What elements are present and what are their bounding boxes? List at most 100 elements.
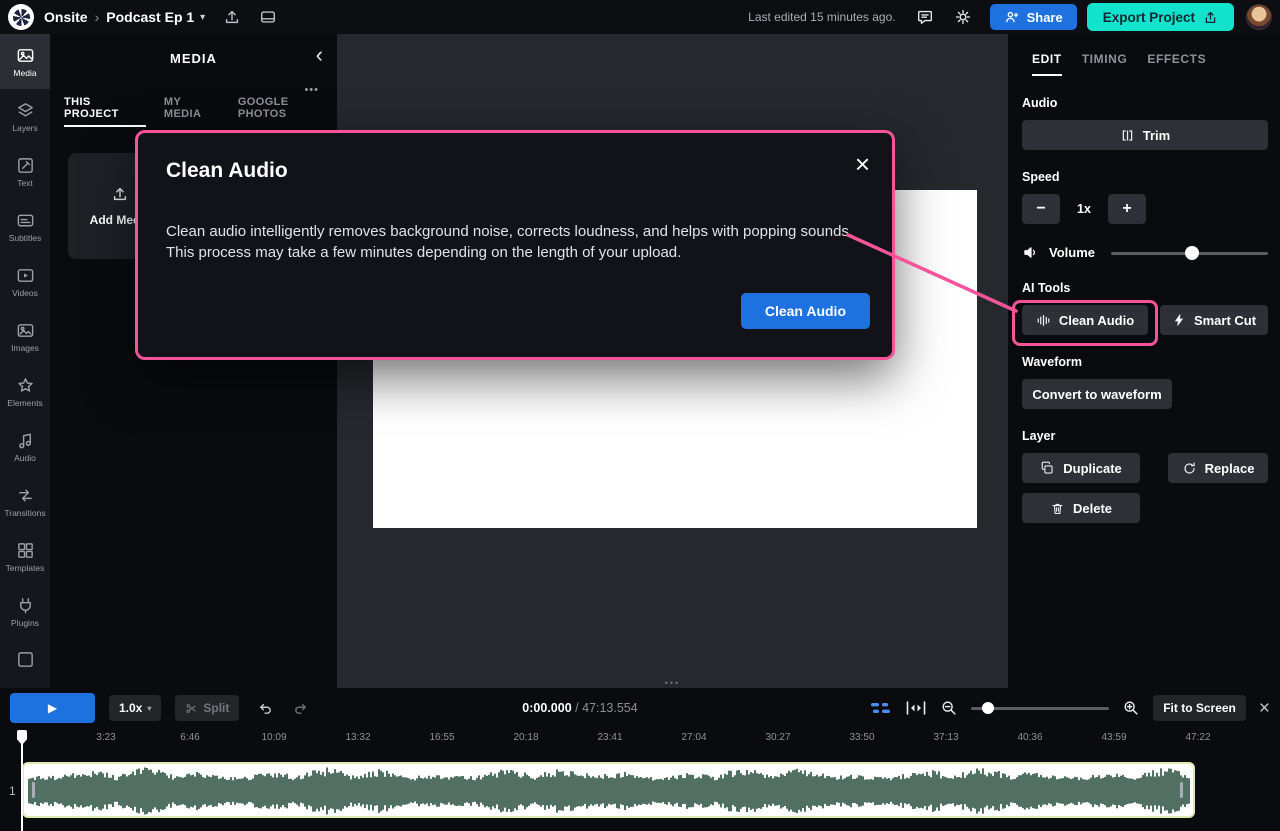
playback-speed-dropdown[interactable]: 1.0x ▾ (109, 695, 161, 721)
play-icon: ▶ (48, 701, 57, 715)
undo-icon[interactable] (257, 700, 274, 717)
tab-edit[interactable]: EDIT (1032, 52, 1062, 76)
fit-to-screen-button[interactable]: Fit to Screen (1153, 695, 1246, 721)
clean-audio-modal: Clean Audio × Clean audio intelligently … (135, 130, 895, 360)
duplicate-icon (1040, 461, 1055, 476)
breadcrumb-project[interactable]: Podcast Ep 1 (106, 9, 194, 25)
upload-icon[interactable] (223, 8, 241, 26)
speed-increase-button[interactable]: + (1108, 194, 1146, 224)
sidebar-item-label: Audio (14, 454, 36, 463)
sidebar-item-more[interactable] (0, 639, 50, 679)
close-icon[interactable]: × (855, 151, 870, 177)
sidebar-item-text[interactable]: Text (0, 144, 50, 199)
split-button[interactable]: Split (175, 695, 239, 721)
play-button[interactable]: ▶ (10, 693, 95, 723)
elements-icon (16, 376, 35, 395)
total-time: 47:13.554 (582, 701, 638, 715)
share-button[interactable]: Share (990, 4, 1077, 30)
ruler-tick: 33:50 (849, 732, 874, 743)
sidebar-item-audio[interactable]: Audio (0, 419, 50, 474)
timeline-ruler[interactable]: 0 3:23 6:46 10:09 13:32 16:55 20:18 23:4… (0, 728, 1280, 752)
export-project-button[interactable]: Export Project (1087, 3, 1234, 31)
subtitles-icon (16, 211, 35, 230)
layers-icon (16, 101, 35, 120)
tab-this-project[interactable]: THIS PROJECT (64, 96, 146, 127)
edit-panel: EDIT TIMING EFFECTS Audio Trim Speed − 1… (1008, 34, 1280, 688)
tab-google-photos[interactable]: GOOGLE PHOTOS (238, 96, 337, 127)
sidebar-item-videos[interactable]: Videos (0, 254, 50, 309)
audio-clip[interactable] (22, 762, 1195, 818)
kapwing-editor: Onsite › Podcast Ep 1 ▾ Last edited 15 m… (0, 0, 1280, 831)
timeline-controls: ▶ 1.0x ▾ Split 0:00.000 / 47:13.554 (0, 688, 1280, 728)
ruler-tick: 27:04 (681, 732, 706, 743)
timeline-zoom-slider[interactable] (971, 702, 1109, 714)
delete-label: Delete (1073, 501, 1112, 516)
duplicate-button[interactable]: Duplicate (1022, 453, 1140, 483)
redo-icon[interactable] (292, 700, 309, 717)
close-timeline-icon[interactable]: × (1259, 699, 1270, 718)
snapping-toggle-icon[interactable] (870, 700, 892, 716)
user-avatar[interactable] (1246, 4, 1272, 30)
layout-icon[interactable] (259, 8, 277, 26)
tab-effects[interactable]: EFFECTS (1147, 52, 1206, 76)
convert-to-waveform-button[interactable]: Convert to waveform (1022, 379, 1172, 409)
collapse-panel-icon[interactable]: ‹ (316, 44, 323, 66)
section-ai-tools-label: AI Tools (1022, 281, 1268, 295)
comments-icon[interactable] (916, 8, 934, 26)
sidebar-item-images[interactable]: Images (0, 309, 50, 364)
tab-timing[interactable]: TIMING (1082, 52, 1128, 76)
ruler-tick: 6:46 (180, 732, 199, 743)
ruler-tick: 47:22 (1185, 732, 1210, 743)
volume-slider-knob[interactable] (1185, 246, 1199, 260)
last-edited-status: Last edited 15 minutes ago. (748, 10, 895, 24)
audio-waveform (27, 766, 1192, 816)
breadcrumb-workspace[interactable]: Onsite (44, 9, 88, 25)
replace-button[interactable]: Replace (1168, 453, 1268, 483)
sidebar-item-label: Plugins (11, 619, 39, 628)
templates-icon (16, 541, 35, 560)
ruler-tick: 10:09 (261, 732, 286, 743)
edit-panel-tabs: EDIT TIMING EFFECTS (1022, 52, 1268, 76)
sidebar-item-elements[interactable]: Elements (0, 364, 50, 419)
chevron-down-icon[interactable]: ▾ (200, 12, 205, 23)
overflow-menu-icon[interactable]: ••• (304, 84, 319, 96)
tab-my-media[interactable]: MY MEDIA (164, 96, 220, 127)
clip-trim-handle-left[interactable] (32, 782, 35, 798)
fit-clip-edges-icon[interactable] (905, 700, 927, 716)
sidebar-item-layers[interactable]: Layers (0, 89, 50, 144)
text-icon (16, 156, 35, 175)
ruler-tick: 13:32 (345, 732, 370, 743)
audio-icon (16, 431, 35, 450)
clip-trim-handle-right[interactable] (1180, 782, 1183, 798)
settings-gear-icon[interactable] (954, 8, 972, 26)
modal-clean-audio-button[interactable]: Clean Audio (741, 293, 870, 329)
trim-button[interactable]: Trim (1022, 120, 1268, 150)
sidebar-item-label: Layers (12, 124, 38, 133)
modal-title: Clean Audio (166, 159, 864, 183)
kapwing-logo-icon[interactable] (8, 4, 34, 30)
modal-body-text: Clean audio intelligently removes backgr… (166, 221, 864, 264)
clean-audio-button[interactable]: Clean Audio (1022, 305, 1148, 335)
trash-icon (1050, 501, 1065, 516)
replace-label: Replace (1205, 461, 1255, 476)
section-waveform-label: Waveform (1022, 355, 1268, 369)
media-tabs: THIS PROJECT MY MEDIA GOOGLE PHOTOS (50, 82, 337, 127)
panel-resize-handle[interactable]: ••• (665, 678, 680, 688)
sidebar-item-transitions[interactable]: Transitions (0, 474, 50, 529)
delete-button[interactable]: Delete (1022, 493, 1140, 523)
zoom-out-icon[interactable] (940, 699, 958, 717)
volume-slider[interactable] (1111, 246, 1268, 260)
zoom-in-icon[interactable] (1122, 699, 1140, 717)
zoom-slider-knob[interactable] (982, 702, 994, 714)
plugins-icon (16, 596, 35, 615)
sidebar-item-subtitles[interactable]: Subtitles (0, 199, 50, 254)
sidebar-item-media[interactable]: Media (0, 34, 50, 89)
sidebar-item-label: Templates (6, 564, 45, 573)
sidebar-item-templates[interactable]: Templates (0, 529, 50, 584)
tool-sidebar: Media Layers Text Subtitles Videos Image (0, 34, 50, 688)
section-audio-label: Audio (1022, 96, 1268, 110)
sidebar-item-plugins[interactable]: Plugins (0, 584, 50, 639)
smart-cut-button[interactable]: Smart Cut (1160, 305, 1268, 335)
ai-tools-row: Clean Audio Smart Cut (1022, 305, 1268, 335)
speed-decrease-button[interactable]: − (1022, 194, 1060, 224)
